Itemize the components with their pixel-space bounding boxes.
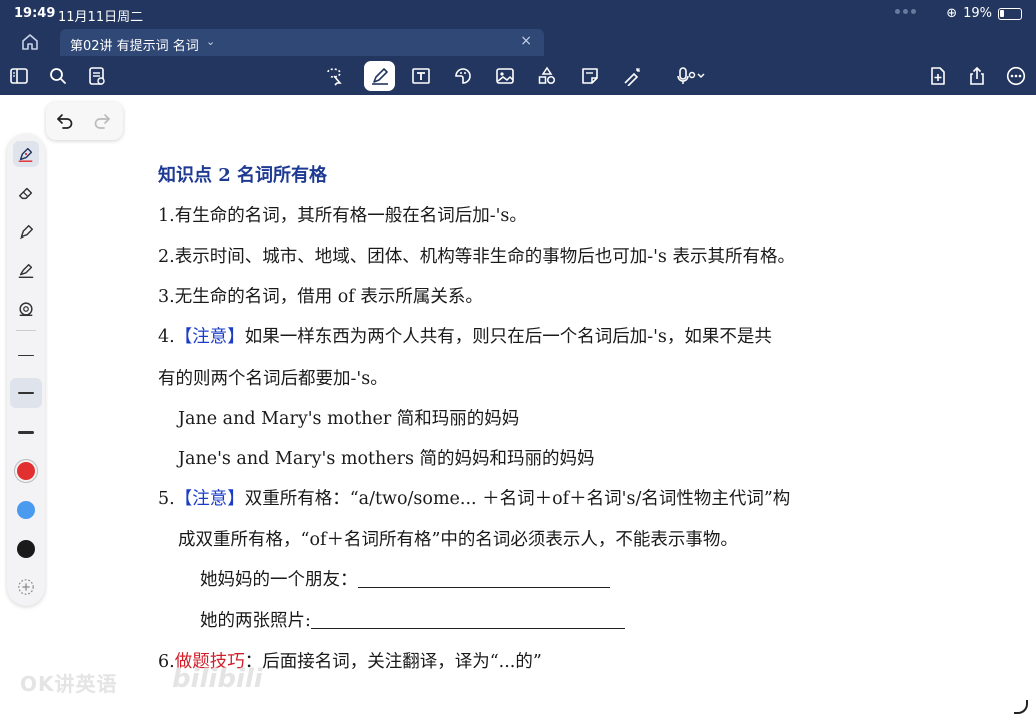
shape-pen-icon[interactable] xyxy=(13,258,39,284)
question-2-text: 她的两张照片: xyxy=(200,611,311,631)
tab-chevron-down-icon[interactable]: ⌄ xyxy=(206,35,215,48)
question-1: 她妈妈的一个朋友： xyxy=(200,566,610,591)
rule-4: 4.【注意】如果一样东西为两个人共有，则只在后一个名词后加-'s，如果不是共 xyxy=(158,323,772,348)
thick-stroke-option[interactable] xyxy=(18,431,34,434)
tool-palette xyxy=(7,134,45,606)
color-red-swatch[interactable] xyxy=(17,462,35,480)
status-bar: 19:49 11月11日周二 ⊕ 19% xyxy=(0,0,1036,28)
pen-icon[interactable] xyxy=(364,61,395,91)
eraser-icon[interactable] xyxy=(13,180,39,206)
redo-icon[interactable] xyxy=(92,111,112,131)
status-time: 19:49 xyxy=(14,6,56,21)
thin-stroke-option[interactable] xyxy=(18,355,34,356)
image-icon[interactable] xyxy=(491,62,519,90)
undo-icon[interactable] xyxy=(55,111,75,131)
home-icon[interactable] xyxy=(20,32,40,52)
rule-2: 2.表示时间、城市、地域、团体、机构等非生命的事物后也可加-'s 表示其所有格。 xyxy=(158,247,795,267)
question-1-text: 她妈妈的一个朋友： xyxy=(200,570,358,590)
lasso-icon[interactable] xyxy=(320,62,348,90)
answer-blank[interactable] xyxy=(310,611,625,629)
status-date: 11月11日周二 xyxy=(58,10,144,25)
fountain-pen-icon[interactable] xyxy=(13,141,39,167)
document-tab[interactable]: 第02讲 有提示词 名词 ⌄ × xyxy=(60,29,544,56)
add-page-icon[interactable] xyxy=(924,62,952,90)
rule-5-number: 5. xyxy=(158,489,175,509)
note-icon[interactable] xyxy=(576,62,604,90)
multitask-dots-icon[interactable] xyxy=(895,9,916,14)
sidebar-icon[interactable] xyxy=(5,62,33,90)
watermark-right: bilibili xyxy=(172,664,263,694)
toolbar xyxy=(0,56,1036,95)
orientation-lock-icon: ⊕ xyxy=(946,6,958,21)
textbox-icon[interactable] xyxy=(407,62,435,90)
tab-close-icon[interactable]: × xyxy=(520,33,532,49)
search-icon[interactable] xyxy=(44,62,72,90)
color-black-swatch[interactable] xyxy=(17,540,35,558)
battery-percent: 19% xyxy=(963,6,992,21)
rule-5: 5.【注意】双重所有格：“a/two/some... ＋名词＋of＋名词's/名… xyxy=(158,485,790,510)
medium-stroke-option[interactable] xyxy=(18,392,34,394)
rule-4-number: 4. xyxy=(158,327,175,347)
note-label: 【注意】 xyxy=(174,327,245,347)
document-icon[interactable] xyxy=(83,62,111,90)
color-blue-swatch[interactable] xyxy=(17,501,35,519)
note-label: 【注意】 xyxy=(174,489,245,509)
answer-blank[interactable] xyxy=(357,570,610,588)
document-tab-title: 第02讲 有提示词 名词 xyxy=(70,39,199,54)
rule-1: 1.有生命的名词，其所有格一般在名词后加-'s。 xyxy=(158,206,527,226)
laser-pointer-icon[interactable] xyxy=(618,62,646,90)
app-chrome: 19:49 11月11日周二 ⊕ 19% 第02讲 有提示词 名词 ⌄ × xyxy=(0,0,1036,95)
rule-5-text: 双重所有格：“a/two/some... ＋名词＋of＋名词's/名词性物主代词… xyxy=(244,489,791,509)
share-icon[interactable] xyxy=(963,62,991,90)
microphone-icon[interactable] xyxy=(670,62,714,90)
more-icon[interactable] xyxy=(1002,62,1030,90)
palette-divider xyxy=(16,330,36,331)
example-2: Jane's and Mary's mothers 简的妈妈和玛丽的妈妈 xyxy=(178,449,595,469)
add-color-icon[interactable] xyxy=(13,574,39,600)
example-1: Jane and Mary's mother 简和玛丽的妈妈 xyxy=(178,409,520,429)
sticker-icon[interactable] xyxy=(449,62,477,90)
question-2: 她的两张照片: xyxy=(200,607,625,632)
status-right: ⊕ 19% xyxy=(946,6,1022,21)
tab-bar: 第02讲 有提示词 名词 ⌄ × xyxy=(0,28,1036,56)
tape-icon[interactable] xyxy=(13,296,39,322)
section-heading: 知识点 2 名词所有格 xyxy=(158,165,328,186)
undo-redo-panel xyxy=(46,102,123,140)
rule-3: 3.无生命的名词，借用 of 表示所属关系。 xyxy=(158,287,483,307)
highlighter-icon[interactable] xyxy=(13,219,39,245)
battery-icon xyxy=(998,7,1022,20)
document-page[interactable]: 知识点 2 名词所有格 1.有生命的名词，其所有格一般在名词后加-'s。 2.表… xyxy=(0,95,1036,720)
rule-4-text: 如果一样东西为两个人共有，则只在后一个名词后加-'s，如果不是共 xyxy=(244,327,772,347)
rule-4-continued: 有的则两个名词后都要加-'s。 xyxy=(158,369,388,389)
rule-5-continued: 成双重所有格，“of＋名词所有格”中的名词必须表示人，不能表示事物。 xyxy=(178,530,738,550)
watermark-left: OK讲英语 xyxy=(20,672,118,696)
shapes-icon[interactable] xyxy=(533,62,561,90)
rule-6-text: ：后面接名词，关注翻译，译为“...的” xyxy=(244,652,542,672)
